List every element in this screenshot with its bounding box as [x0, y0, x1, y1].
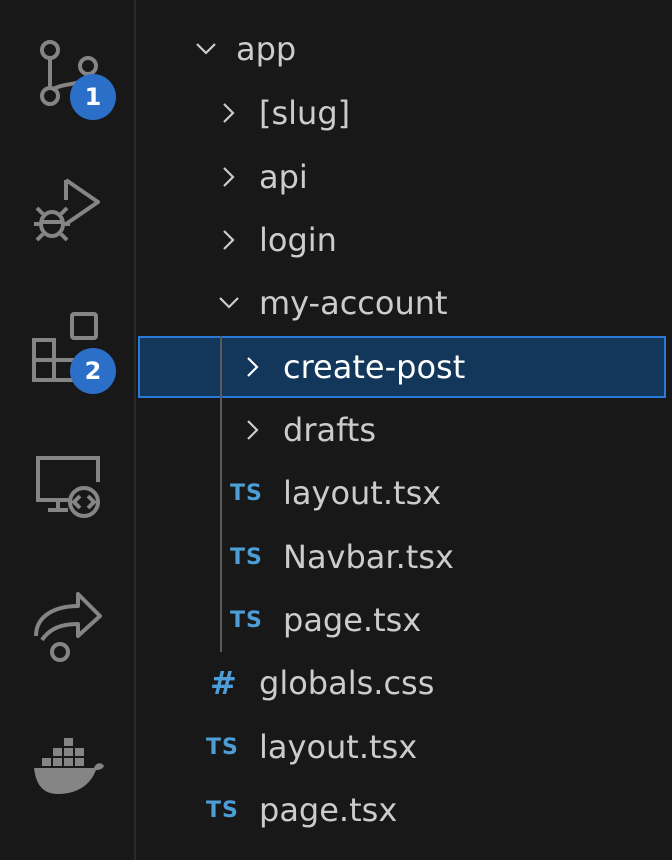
- activity-remote-explorer[interactable]: [0, 438, 136, 538]
- tree-file-page-tsx[interactable]: TS page.tsx: [138, 589, 666, 651]
- tree-item-label: my-account: [259, 284, 448, 322]
- activity-live-share[interactable]: [0, 576, 136, 676]
- remote-explorer-icon: [36, 456, 100, 518]
- tree-item-label: [slug]: [259, 94, 351, 132]
- typescript-file-icon: TS: [206, 797, 239, 823]
- tree-file-page-tsx-root[interactable]: TS page.tsx: [138, 779, 666, 841]
- tree-item-label: api: [259, 158, 308, 196]
- chevron-down-icon: [218, 292, 240, 314]
- tree-item-label: app: [236, 30, 297, 68]
- tree-folder-create-post[interactable]: create-post: [138, 336, 666, 398]
- tree-folder-slug[interactable]: [slug]: [138, 82, 666, 144]
- indent-guide: [220, 336, 222, 652]
- tree-item-label: Navbar.tsx: [283, 538, 454, 576]
- tree-item-label: globals.css: [259, 664, 435, 702]
- chevron-right-icon: [218, 229, 240, 251]
- tree-item-label: layout.tsx: [259, 728, 418, 766]
- typescript-file-icon: TS: [230, 607, 263, 633]
- tree-folder-app[interactable]: app: [138, 18, 666, 80]
- activity-bar: 1 2: [0, 0, 136, 860]
- tree-item-label: drafts: [283, 411, 376, 449]
- live-share-icon: [34, 592, 102, 662]
- tree-item-label: page.tsx: [283, 601, 422, 639]
- tree-file-layout-tsx[interactable]: TS layout.tsx: [138, 462, 666, 524]
- explorer-tree: app [slug] api login my-account create-p…: [138, 0, 672, 860]
- activity-run-and-debug[interactable]: [0, 160, 136, 260]
- tree-item-label: create-post: [283, 348, 466, 386]
- typescript-file-icon: TS: [230, 480, 263, 506]
- tree-folder-drafts[interactable]: drafts: [138, 399, 666, 461]
- source-control-badge: 1: [70, 74, 116, 120]
- tree-item-label: page.tsx: [259, 791, 398, 829]
- chevron-right-icon: [218, 166, 240, 188]
- run-debug-icon: [34, 178, 100, 242]
- extensions-badge: 2: [70, 348, 116, 394]
- docker-icon: [34, 738, 104, 794]
- chevron-right-icon: [242, 356, 264, 378]
- activity-source-control[interactable]: 1: [0, 22, 136, 122]
- tree-folder-login[interactable]: login: [138, 209, 666, 271]
- css-file-icon: #: [210, 664, 237, 702]
- tree-file-navbar-tsx[interactable]: TS Navbar.tsx: [138, 526, 666, 588]
- typescript-file-icon: TS: [230, 544, 263, 570]
- chevron-down-icon: [195, 38, 217, 60]
- typescript-file-icon: TS: [206, 734, 239, 760]
- tree-file-globals-css[interactable]: # globals.css: [138, 652, 666, 714]
- chevron-right-icon: [218, 102, 240, 124]
- tree-item-label: layout.tsx: [283, 474, 442, 512]
- activity-docker[interactable]: [0, 716, 136, 816]
- tree-item-label: login: [259, 221, 337, 259]
- tree-file-layout-tsx-root[interactable]: TS layout.tsx: [138, 716, 666, 778]
- tree-folder-api[interactable]: api: [138, 146, 666, 208]
- tree-folder-my-account[interactable]: my-account: [138, 272, 666, 334]
- activity-extensions[interactable]: 2: [0, 296, 136, 396]
- chevron-right-icon: [242, 419, 264, 441]
